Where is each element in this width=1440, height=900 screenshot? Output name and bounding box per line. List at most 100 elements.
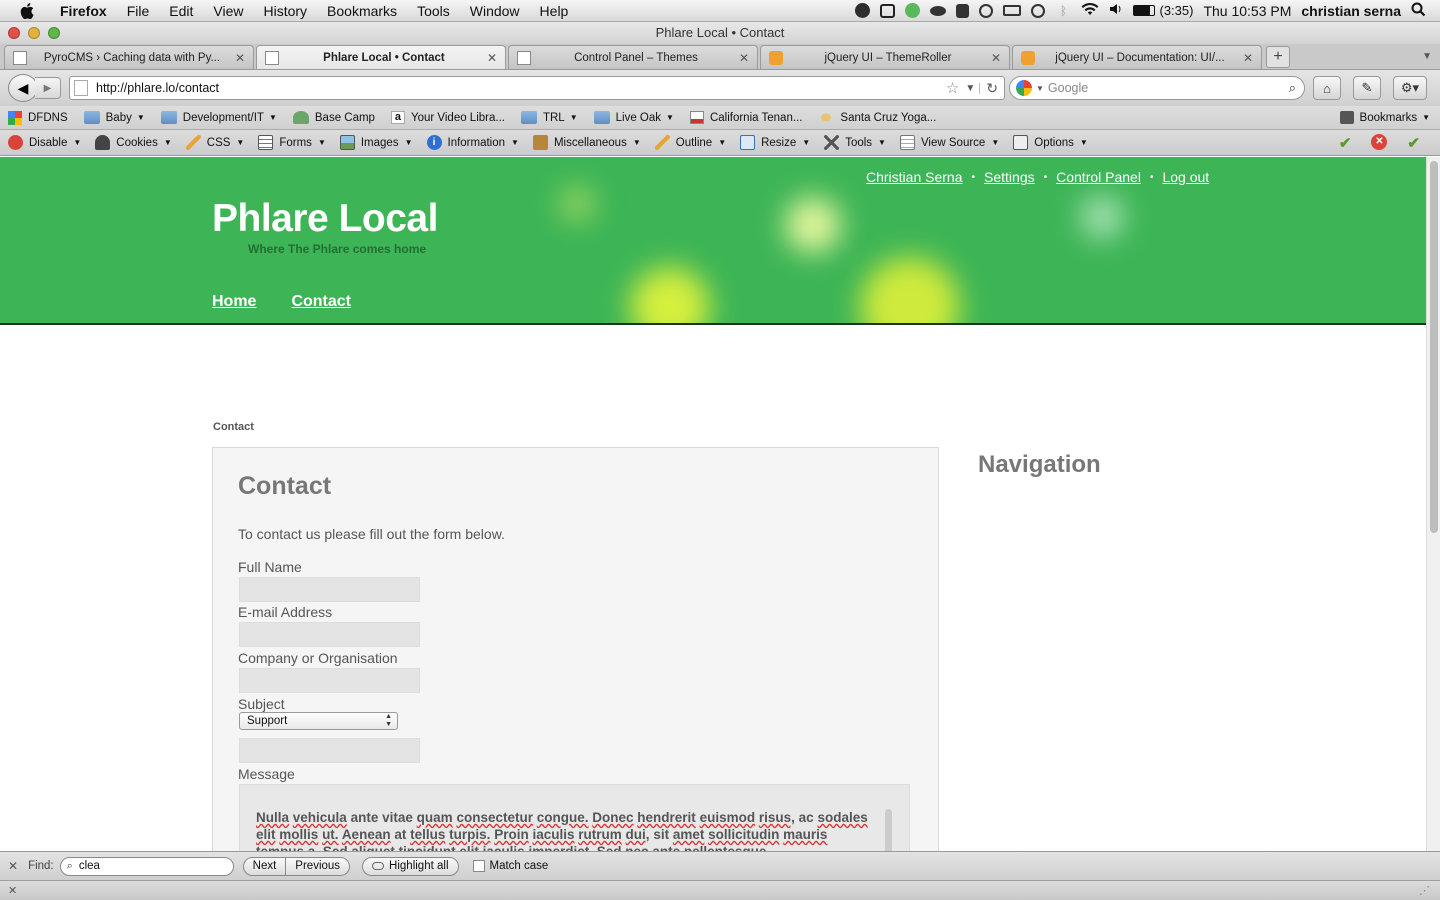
- resize-grip-icon[interactable]: ⋰: [1419, 884, 1430, 897]
- home-button[interactable]: ⌂: [1313, 76, 1341, 100]
- bookmark-video-library[interactable]: a Your Video Libra...: [390, 111, 505, 124]
- reload-icon[interactable]: ↻: [980, 80, 1004, 97]
- sync-icon[interactable]: [979, 3, 994, 18]
- tab-phlare-contact[interactable]: Phlare Local • Contact ✕: [256, 45, 506, 69]
- forward-button[interactable]: ▶: [35, 77, 61, 99]
- dev-information-menu[interactable]: i Information ▼: [426, 135, 519, 150]
- bookmark-folder-development[interactable]: Development/IT ▼: [160, 111, 277, 124]
- menu-history[interactable]: History: [253, 3, 317, 19]
- close-tab-icon[interactable]: ✕: [235, 51, 245, 65]
- bookmarks-menu-button[interactable]: Bookmarks ▼: [1339, 111, 1430, 124]
- search-box[interactable]: ▼ Google ⌕: [1009, 76, 1305, 100]
- bookmark-star-icon[interactable]: ☆: [944, 79, 961, 97]
- match-case-checkbox[interactable]: [472, 860, 485, 872]
- find-previous-button[interactable]: Previous: [286, 856, 351, 876]
- menu-view[interactable]: View: [203, 3, 253, 19]
- search-engine-dropdown[interactable]: ▼: [1036, 84, 1044, 93]
- close-tab-icon[interactable]: ✕: [487, 51, 497, 65]
- bookmark-folder-trl[interactable]: TRL ▼: [520, 111, 578, 124]
- bookmark-folder-baby[interactable]: Baby ▼: [83, 111, 145, 124]
- search-icon[interactable]: ⌕: [1289, 80, 1296, 96]
- url-history-dropdown[interactable]: ▼: [961, 82, 981, 94]
- menu-file[interactable]: File: [117, 3, 160, 19]
- close-tab-icon[interactable]: ✕: [991, 51, 1001, 65]
- back-button[interactable]: ◀: [8, 74, 38, 102]
- nav-contact-link[interactable]: Contact: [291, 293, 351, 311]
- tab-jquery-documentation[interactable]: jQuery UI – Documentation: UI/... ✕: [1012, 45, 1262, 69]
- find-input[interactable]: ⌕ clea: [59, 856, 234, 876]
- textarea-scrollbar[interactable]: [885, 809, 892, 851]
- js-valid-check-icon[interactable]: ✔: [1407, 134, 1420, 152]
- menu-app-firefox[interactable]: Firefox: [50, 3, 117, 19]
- dev-outline-menu[interactable]: Outline ▼: [654, 135, 726, 150]
- control-panel-link[interactable]: Control Panel: [1056, 169, 1141, 185]
- dev-options-menu[interactable]: Options ▼: [1013, 135, 1088, 150]
- keyboard-icon[interactable]: [1003, 5, 1022, 16]
- close-addon-bar-icon[interactable]: ✕: [8, 884, 17, 897]
- settings-link[interactable]: Settings: [984, 169, 1035, 185]
- new-tab-button[interactable]: +: [1266, 46, 1290, 68]
- url-bar[interactable]: http://phlare.lo/contact ☆ ▼ ↻: [69, 76, 1005, 100]
- zoom-window-button[interactable]: [48, 27, 60, 39]
- minimize-window-button[interactable]: [28, 27, 40, 39]
- time-machine-icon[interactable]: [1031, 3, 1046, 18]
- dev-tools-menu[interactable]: Tools ▼: [824, 135, 886, 150]
- full-name-input[interactable]: [239, 577, 420, 602]
- volume-icon[interactable]: [1109, 2, 1123, 19]
- extension-button[interactable]: ⚙▾: [1393, 76, 1427, 100]
- highlight-all-button[interactable]: Highlight all: [362, 856, 459, 876]
- wifi-icon[interactable]: [1081, 2, 1099, 19]
- site-name[interactable]: Phlare Local: [212, 197, 438, 241]
- close-tab-icon[interactable]: ✕: [1243, 51, 1253, 65]
- bluetooth-icon[interactable]: ᛒ: [1055, 4, 1071, 18]
- close-window-button[interactable]: [8, 27, 20, 39]
- dev-view-source-menu[interactable]: View Source ▼: [899, 135, 999, 150]
- url-text[interactable]: http://phlare.lo/contact: [96, 81, 219, 95]
- evernote-button[interactable]: ✎: [1353, 76, 1381, 100]
- bookmark-folder-live-oak[interactable]: Live Oak ▼: [593, 111, 674, 124]
- logout-link[interactable]: Log out: [1162, 169, 1209, 185]
- tab-pyrocms-caching[interactable]: PyroCMS › Caching data with Py... ✕: [4, 45, 254, 69]
- spotlight-icon[interactable]: [1411, 2, 1426, 20]
- clock[interactable]: Thu 10:53 PM: [1203, 3, 1291, 19]
- battery-icon[interactable]: (3:35): [1133, 3, 1193, 18]
- menu-edit[interactable]: Edit: [159, 3, 203, 19]
- dev-css-menu[interactable]: CSS ▼: [185, 135, 244, 150]
- evernote-icon[interactable]: [956, 3, 970, 18]
- tab-list-icon[interactable]: ▼: [1422, 51, 1432, 62]
- user-profile-link[interactable]: Christian Serna: [866, 169, 963, 185]
- apple-icon[interactable]: [18, 2, 36, 20]
- page-scrollbar[interactable]: [1426, 157, 1440, 851]
- message-textarea[interactable]: Nulla vehicula ante vitae quam consectet…: [239, 784, 910, 851]
- close-tab-icon[interactable]: ✕: [739, 51, 749, 65]
- tab-control-panel-themes[interactable]: Control Panel – Themes ✕: [508, 45, 758, 69]
- user-name[interactable]: christian serna: [1301, 3, 1401, 19]
- dev-resize-menu[interactable]: Resize ▼: [740, 135, 810, 150]
- subject-select[interactable]: Support ▲ ▼: [239, 712, 398, 730]
- bookmark-california-tenant[interactable]: California Tenan...: [689, 111, 802, 124]
- close-find-bar-icon[interactable]: ✕: [8, 859, 18, 873]
- nav-home-link[interactable]: Home: [212, 293, 256, 311]
- dev-disable-menu[interactable]: Disable ▼: [8, 135, 81, 150]
- css-valid-check-icon[interactable]: ✔: [1339, 134, 1352, 152]
- find-next-button[interactable]: Next: [242, 856, 287, 876]
- dev-miscellaneous-menu[interactable]: Miscellaneous ▼: [532, 135, 641, 150]
- growl-icon[interactable]: [880, 3, 896, 18]
- dev-forms-menu[interactable]: Forms ▼: [258, 135, 326, 150]
- menu-bookmarks[interactable]: Bookmarks: [317, 3, 407, 19]
- dev-images-menu[interactable]: Images ▼: [339, 135, 413, 150]
- find-query[interactable]: clea: [79, 860, 100, 872]
- bookmark-base-camp[interactable]: Base Camp: [292, 111, 375, 124]
- scrollbar-thumb[interactable]: [1430, 161, 1438, 533]
- eye-icon[interactable]: [930, 5, 947, 16]
- adium-icon[interactable]: [855, 3, 871, 18]
- search-placeholder[interactable]: Google: [1048, 81, 1088, 95]
- company-input[interactable]: [239, 668, 420, 693]
- menu-help[interactable]: Help: [530, 3, 579, 19]
- menu-window[interactable]: Window: [460, 3, 530, 19]
- tab-jquery-themeroller[interactable]: jQuery UI – ThemeRoller ✕: [760, 45, 1010, 69]
- other-subject-input[interactable]: [239, 738, 420, 763]
- bookmark-santa-cruz-yoga[interactable]: Santa Cruz Yoga...: [818, 111, 936, 124]
- email-input[interactable]: [239, 622, 420, 647]
- menu-tools[interactable]: Tools: [407, 3, 460, 19]
